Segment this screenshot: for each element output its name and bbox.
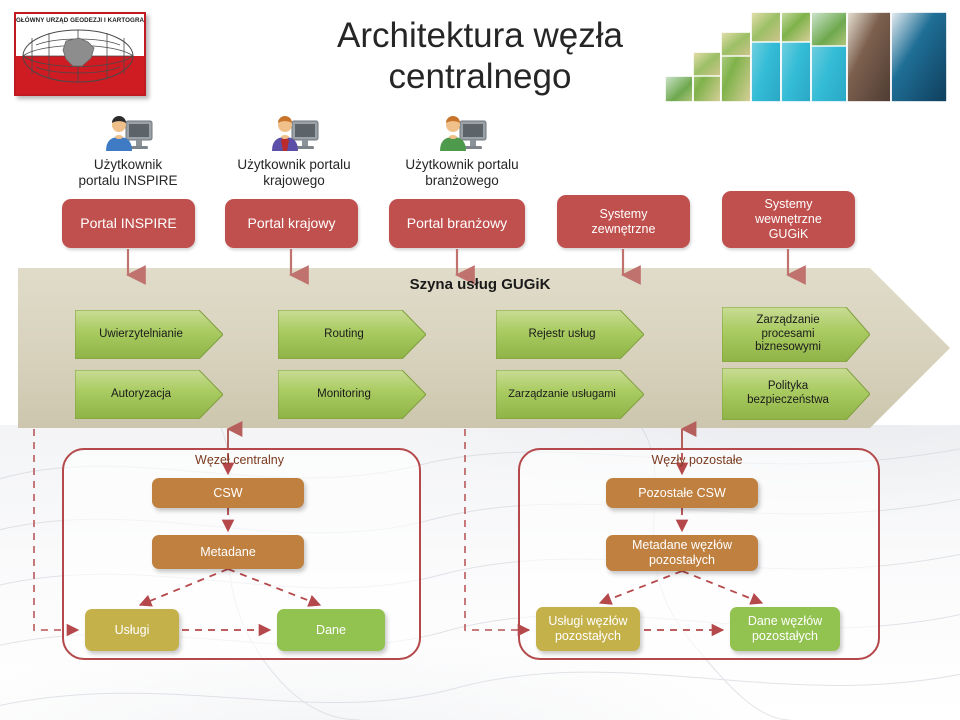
service-zarzadzanie-uslugami[interactable]: Zarządzanie usługami: [496, 370, 644, 419]
systemy-wewnetrzne-box[interactable]: Systemy wewnętrzne GUGiK: [722, 191, 855, 248]
satellite-tiles-mosaic: [655, 4, 955, 104]
node-dane-other[interactable]: Dane węzłów pozostałych: [730, 607, 840, 651]
group-wezel-centralny-title: Węzeł centralny: [195, 453, 284, 467]
service-rejestr-uslug-label: Rejestr usług: [528, 327, 596, 340]
user-computer-icon: [106, 116, 153, 151]
user-branzowy-label: Użytkownik portalu branżowego: [378, 157, 546, 190]
page-title: Architektura węzła centralnego: [250, 16, 710, 97]
node-uslugi-central[interactable]: Usługi: [85, 609, 179, 651]
service-zarzadzanie-procesami[interactable]: Zarządzanie procesami biznesowymi: [722, 307, 870, 362]
service-monitoring[interactable]: Monitoring: [278, 370, 426, 419]
group-wezly-pozostale-title: Węzły pozostałe: [651, 453, 743, 467]
user-branzowy: Użytkownik portalu branżowego: [378, 113, 546, 190]
globe-graticule-poland-icon: [22, 29, 134, 83]
portal-branzowy-label: Portal branżowy: [406, 215, 508, 232]
title-line-2: centralnego: [388, 56, 572, 96]
node-dane-other-label: Dane węzłów pozostałych: [747, 614, 823, 643]
gugik-logo: GŁÓWNY URZĄD GEODEZJI I KARTOGRAFII: [14, 12, 146, 96]
node-metadane-central-label: Metadane: [200, 544, 256, 559]
user-computer-icon: [440, 116, 487, 151]
user-computer-icon: [272, 116, 319, 151]
service-polityka-bezpieczenstwa-label: Polityka bezpieczeństwa: [747, 380, 829, 406]
portal-krajowy-box[interactable]: Portal krajowy: [225, 199, 358, 248]
node-dane-central-label: Dane: [316, 622, 346, 637]
user-krajowy: Użytkownik portalu krajowego: [210, 113, 378, 190]
service-uwierzytelnianie[interactable]: Uwierzytelnianie: [75, 310, 223, 359]
slide-canvas: GŁÓWNY URZĄD GEODEZJI I KARTOGRAFII Arch…: [0, 0, 960, 720]
user-inspire-label-l1: Użytkownik: [93, 157, 163, 172]
node-metadane-central[interactable]: Metadane: [152, 535, 304, 569]
service-monitoring-label: Monitoring: [317, 387, 371, 400]
node-uslugi-other[interactable]: Usługi węzłów pozostałych: [536, 607, 640, 651]
user-inspire-label: Użytkownik portalu INSPIRE: [48, 157, 208, 190]
systemy-zewnetrzne-box[interactable]: Systemy zewnętrzne: [557, 195, 690, 248]
node-metadane-other-label: Metadane węzłów pozostałych: [631, 538, 733, 567]
logo-text: GŁÓWNY URZĄD GEODEZJI I KARTOGRAFII: [16, 17, 146, 24]
service-rejestr-uslug[interactable]: Rejestr usług: [496, 310, 644, 359]
service-routing[interactable]: Routing: [278, 310, 426, 359]
service-uwierzytelnianie-label: Uwierzytelnianie: [99, 327, 183, 340]
portal-inspire-box[interactable]: Portal INSPIRE: [62, 199, 195, 248]
portal-krajowy-label: Portal krajowy: [247, 215, 336, 232]
service-autoryzacja-label: Autoryzacja: [110, 387, 172, 400]
service-autoryzacja[interactable]: Autoryzacja: [75, 370, 223, 419]
user-krajowy-label: Użytkownik portalu krajowego: [210, 157, 378, 190]
service-bus-title: Szyna usług GUGiK: [409, 276, 551, 293]
node-csw-central[interactable]: CSW: [152, 478, 304, 508]
service-zarzadzanie-procesami-label: Zarządzanie procesami biznesowymi: [755, 314, 821, 354]
service-routing-label: Routing: [324, 327, 364, 340]
user-krajowy-label-l2: krajowego: [263, 173, 325, 189]
title-line-1: Architektura węzła: [337, 16, 623, 55]
user-inspire-label-l2: portalu INSPIRE: [78, 173, 178, 189]
node-csw-other-label: Pozostałe CSW: [638, 485, 726, 500]
satellite-tiles-icon: [664, 11, 948, 103]
node-metadane-other[interactable]: Metadane węzłów pozostałych: [606, 535, 758, 571]
user-krajowy-label-l1: Użytkownik portalu: [237, 157, 351, 172]
user-branzowy-label-l1: Użytkownik portalu: [405, 157, 519, 172]
node-csw-other[interactable]: Pozostałe CSW: [606, 478, 758, 508]
portal-inspire-label: Portal INSPIRE: [80, 215, 177, 232]
node-csw-central-label: CSW: [213, 485, 243, 500]
node-dane-central[interactable]: Dane: [277, 609, 385, 651]
user-branzowy-label-l2: branżowego: [425, 173, 499, 189]
systemy-zewnetrzne-label: Systemy zewnętrzne: [591, 206, 656, 236]
portal-branzowy-box[interactable]: Portal branżowy: [389, 199, 525, 248]
node-uslugi-other-label: Usługi węzłów pozostałych: [548, 614, 628, 643]
systemy-wewnetrzne-label: Systemy wewnętrzne GUGiK: [755, 197, 822, 241]
service-polityka-bezpieczenstwa[interactable]: Polityka bezpieczeństwa: [722, 368, 870, 420]
node-uslugi-central-label: Usługi: [114, 622, 150, 637]
service-zarzadzanie-uslugami-label: Zarządzanie usługami: [508, 388, 616, 401]
user-inspire: Użytkownik portalu INSPIRE: [48, 113, 208, 190]
